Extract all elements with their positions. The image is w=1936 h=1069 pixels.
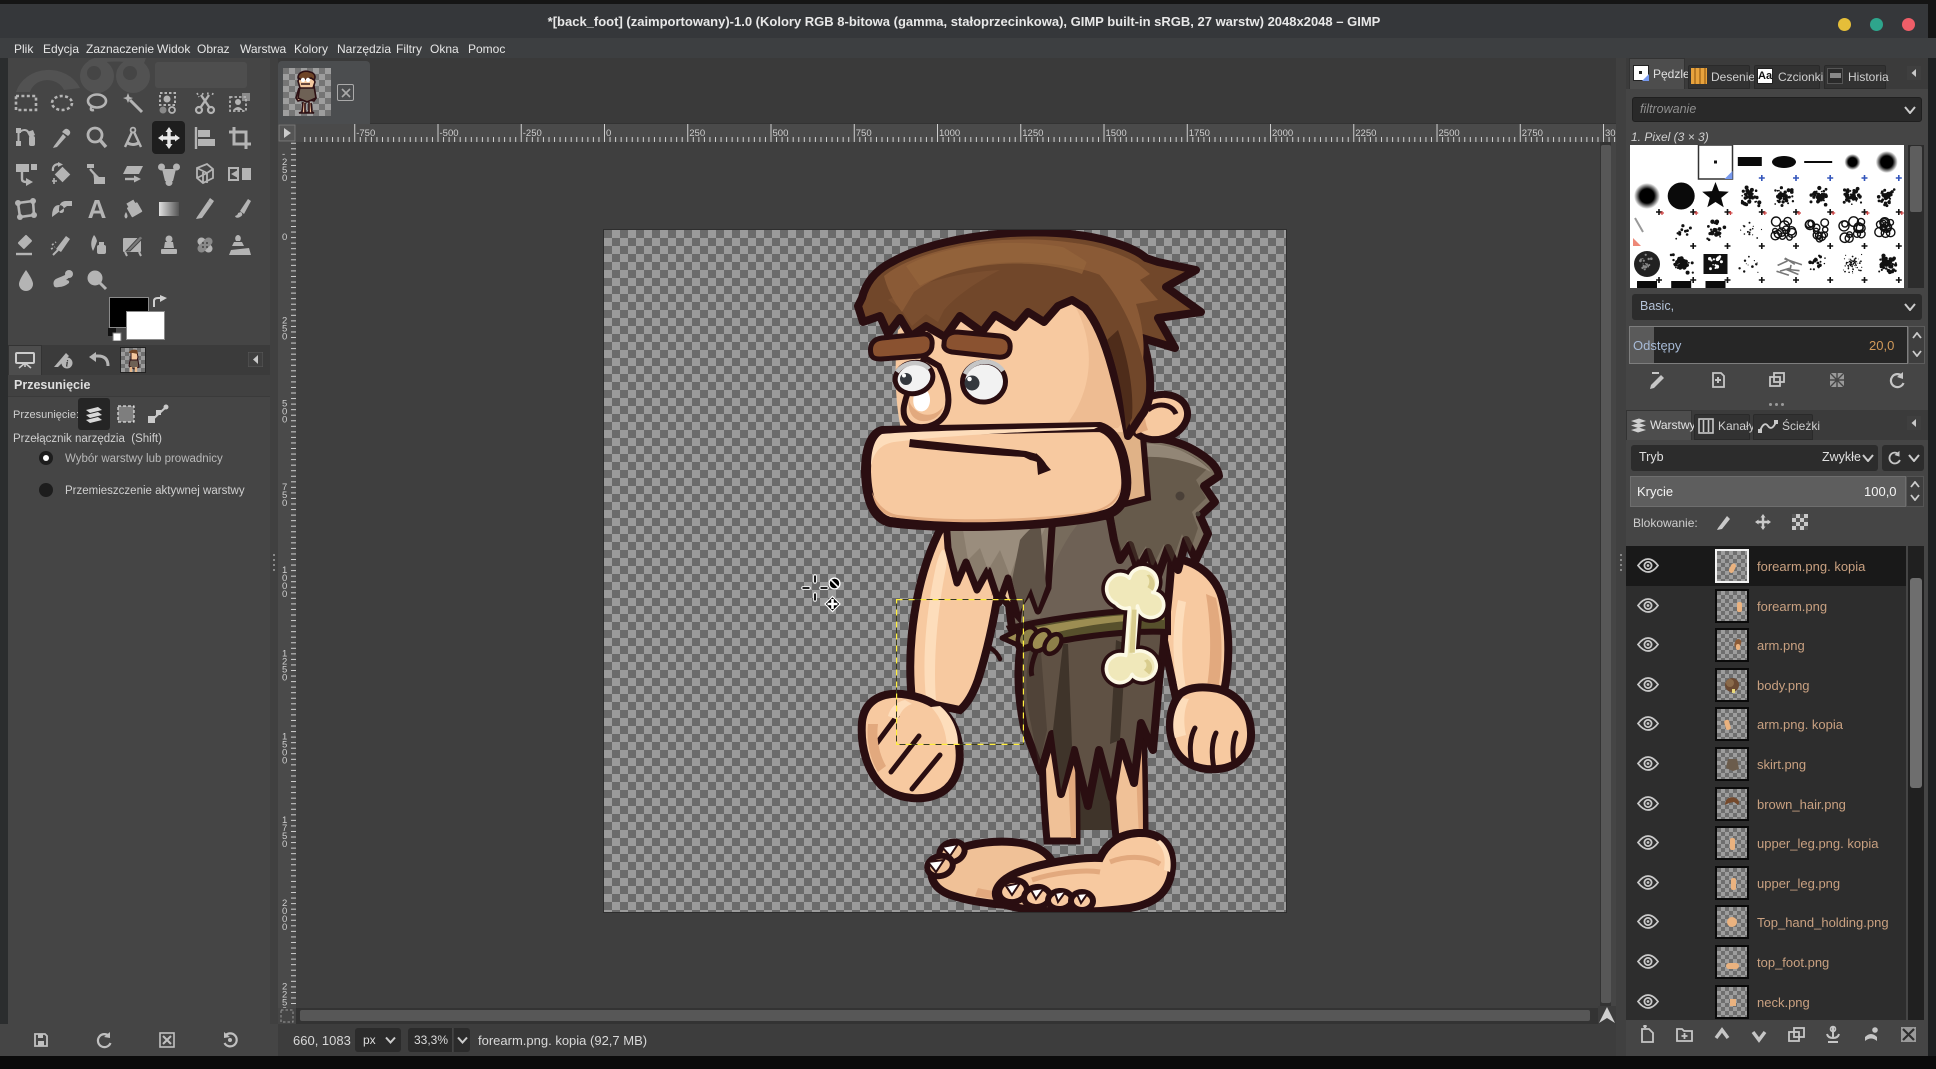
svg-text:1500: 1500 [1106,128,1127,139]
svg-text:2000: 2000 [1272,128,1293,139]
svg-text:750: 750 [856,128,872,139]
svg-text:3000: 3000 [1605,128,1616,139]
svg-text:1000: 1000 [939,128,960,139]
svg-text:0: 0 [282,672,287,683]
svg-text:250: 250 [689,128,705,139]
svg-text:0: 0 [282,589,287,600]
svg-text:-750: -750 [356,128,375,139]
svg-text:-250: -250 [523,128,542,139]
svg-text:0: 0 [282,415,287,426]
svg-text:A: A [88,197,107,221]
svg-text:0: 0 [606,128,611,139]
svg-text:-500: -500 [440,128,459,139]
svg-text:0: 0 [282,498,287,509]
svg-text:1750: 1750 [1189,128,1210,139]
svg-text:0: 0 [282,756,287,767]
svg-text:2750: 2750 [1522,128,1543,139]
svg-text:500: 500 [773,128,789,139]
svg-text:0: 0 [282,232,287,243]
svg-text:0: 0 [282,331,287,342]
svg-text:2500: 2500 [1439,128,1460,139]
svg-text:0: 0 [282,173,287,184]
svg-text:0: 0 [282,922,287,933]
svg-text:1250: 1250 [1022,128,1043,139]
svg-text:2250: 2250 [1355,128,1376,139]
svg-text:0: 0 [282,839,287,850]
